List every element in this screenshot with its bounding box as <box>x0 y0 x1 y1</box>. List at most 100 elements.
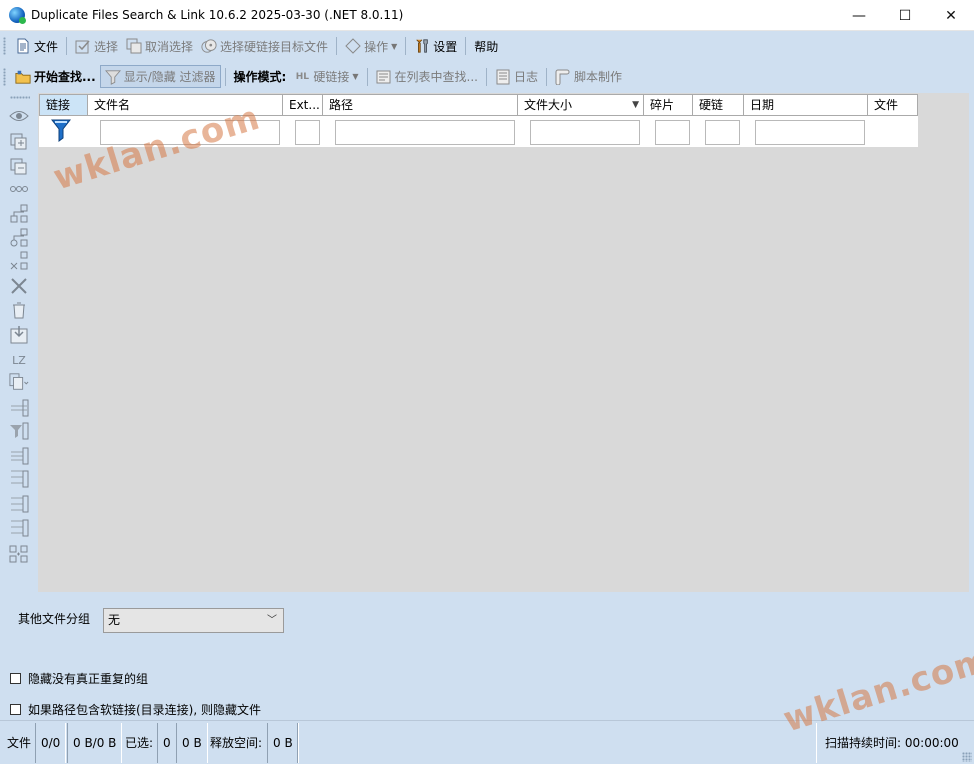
toolbar-grip[interactable] <box>3 67 6 86</box>
settings-menu[interactable]: 设置 <box>410 35 461 57</box>
fragments-filter-input[interactable] <box>655 120 690 145</box>
split-icon[interactable] <box>9 544 29 564</box>
column-header-fragments[interactable]: 碎片 <box>644 94 693 116</box>
select-tree-icon[interactable] <box>9 204 29 224</box>
column-header-link[interactable]: 链接 <box>39 94 88 116</box>
scan-time-value: 00:00:00 <box>904 736 959 750</box>
hardlinks-filter-input[interactable] <box>705 120 740 145</box>
app-icon <box>9 7 26 24</box>
separator <box>366 67 368 86</box>
action-toolbar: 开始查找... 显示/隐藏 过滤器 操作模式: HL 硬链接 ▼ 在列表中查找.… <box>0 63 974 90</box>
script-button[interactable]: 脚本制作 <box>551 66 626 88</box>
log-button[interactable]: 日志 <box>491 66 542 88</box>
toolbar-grip[interactable] <box>10 96 30 99</box>
status-files-label: 文件 <box>7 736 32 750</box>
dropdown-caret-icon: ▼ <box>391 41 398 51</box>
other-group-select[interactable]: 无 ﹀ <box>103 608 284 633</box>
select-hardlink-target-label: 选择硬链接目标文件 <box>220 39 329 54</box>
find-in-list-label: 在列表中查找... <box>394 70 478 84</box>
menu-toolbar: 文件 选择 取消选择 选择硬链接目标文件 操作 ▼ 设置 帮助 <box>0 32 974 60</box>
status-free-value: 0 B <box>267 723 299 763</box>
select-menu-label: 选择 <box>94 39 119 54</box>
ext-filter-input[interactable] <box>295 120 320 145</box>
resize-grip[interactable] <box>962 752 972 762</box>
add-group-icon[interactable] <box>9 132 29 152</box>
folder-search-icon <box>15 69 31 85</box>
dropdown-caret-icon: ▼ <box>352 72 359 81</box>
column-header-hardlinks[interactable]: 硬链 <box>693 94 744 116</box>
mode-label-item: 操作模式: <box>230 66 291 88</box>
date-filter-input[interactable] <box>755 120 865 145</box>
remove-group-icon[interactable] <box>9 157 29 177</box>
deselect-menu[interactable]: 取消选择 <box>122 35 197 57</box>
results-grid[interactable]: 链接 文件名 Ext... 路径 文件大小 ▼ 碎片 硬链 日期 文件 <box>38 93 969 592</box>
bar-2-icon[interactable] <box>9 446 29 466</box>
separator <box>336 37 338 55</box>
filter-bar-icon[interactable] <box>9 421 29 441</box>
minimize-button[interactable]: — <box>836 0 882 31</box>
filesize-filter-input[interactable] <box>530 120 640 145</box>
find-in-list-button[interactable]: 在列表中查找... <box>372 66 482 88</box>
hide-softlink-label: 如果路径包含软链接(目录连接), 则隐藏文件 <box>28 703 261 717</box>
bar-3-icon[interactable] <box>9 469 29 489</box>
window-controls: — ☐ ✕ <box>836 0 974 31</box>
scan-time-label: 扫描持续时间: <box>825 736 902 750</box>
column-header-path[interactable]: 路径 <box>323 94 518 116</box>
lz-icon[interactable]: LZ <box>9 350 29 370</box>
bar-4-icon[interactable] <box>9 494 29 514</box>
checkbox-select-icon <box>75 38 91 54</box>
checkbox-box[interactable] <box>10 704 21 715</box>
file-menu[interactable]: 文件 <box>11 35 62 57</box>
title-bar: Duplicate Files Search & Link 10.6.2 202… <box>0 0 974 31</box>
start-search-button[interactable]: 开始查找... <box>11 66 100 88</box>
move-icon[interactable] <box>9 325 29 345</box>
hide-nonduplicate-checkbox[interactable]: 隐藏没有真正重复的组 <box>10 670 148 687</box>
maximize-button[interactable]: ☐ <box>882 0 928 31</box>
link-icon[interactable] <box>9 179 29 199</box>
toggle-filter-button[interactable]: 显示/隐藏 过滤器 <box>99 65 221 88</box>
toolbar-grip[interactable] <box>3 37 6 55</box>
chevron-down-icon: ﹀ <box>267 615 277 626</box>
help-menu[interactable]: 帮助 <box>470 35 502 57</box>
bar-1-icon[interactable] <box>9 398 29 418</box>
disc-icon <box>201 38 217 54</box>
other-group-label: 其他文件分组 <box>18 612 91 626</box>
select-tree-2-icon[interactable] <box>9 228 29 248</box>
settings-menu-label: 设置 <box>433 39 458 54</box>
status-files-size: 0 B/0 B <box>67 723 123 763</box>
filter-funnel-icon[interactable] <box>50 118 72 145</box>
operation-mode-label: 操作模式: <box>233 70 287 84</box>
tools-icon <box>414 38 430 54</box>
side-toolbar: LZ <box>4 96 34 564</box>
operations-menu[interactable]: 操作 ▼ <box>341 35 401 57</box>
filter-icon <box>104 69 121 85</box>
separator <box>465 37 467 55</box>
bar-5-icon[interactable] <box>9 518 29 538</box>
path-filter-input[interactable] <box>335 120 515 145</box>
separator <box>405 37 407 55</box>
operations-menu-label: 操作 <box>364 39 389 54</box>
select-menu[interactable]: 选择 <box>71 35 122 57</box>
column-header-ext[interactable]: Ext... <box>283 94 323 116</box>
log-label: 日志 <box>513 70 538 84</box>
column-header-date[interactable]: 日期 <box>744 94 868 116</box>
status-scan-time: 扫描持续时间: 00:00:00 <box>820 723 964 763</box>
select-tree-3-icon[interactable] <box>9 251 29 271</box>
recycle-icon[interactable] <box>9 300 29 320</box>
copy-icon[interactable] <box>9 372 29 392</box>
help-menu-label: 帮助 <box>474 39 499 54</box>
delete-icon[interactable] <box>9 276 29 296</box>
script-icon <box>555 69 571 85</box>
column-header-filesize[interactable]: 文件大小 ▼ <box>518 94 644 116</box>
log-icon <box>495 69 511 85</box>
other-group-value: 无 <box>108 613 121 627</box>
close-button[interactable]: ✕ <box>928 0 974 31</box>
column-header-file[interactable]: 文件 <box>868 94 918 116</box>
hide-softlink-checkbox[interactable]: 如果路径包含软链接(目录连接), 则隐藏文件 <box>10 701 261 718</box>
select-hardlink-target-menu[interactable]: 选择硬链接目标文件 <box>197 35 332 57</box>
eye-icon[interactable] <box>9 106 29 126</box>
filesize-header-label: 文件大小 <box>524 98 573 112</box>
checkbox-box[interactable] <box>10 673 21 684</box>
grid-header: 链接 文件名 Ext... 路径 文件大小 ▼ 碎片 硬链 日期 文件 <box>39 94 918 116</box>
hardlink-mode-dropdown[interactable]: HL 硬链接 ▼ <box>290 66 362 88</box>
